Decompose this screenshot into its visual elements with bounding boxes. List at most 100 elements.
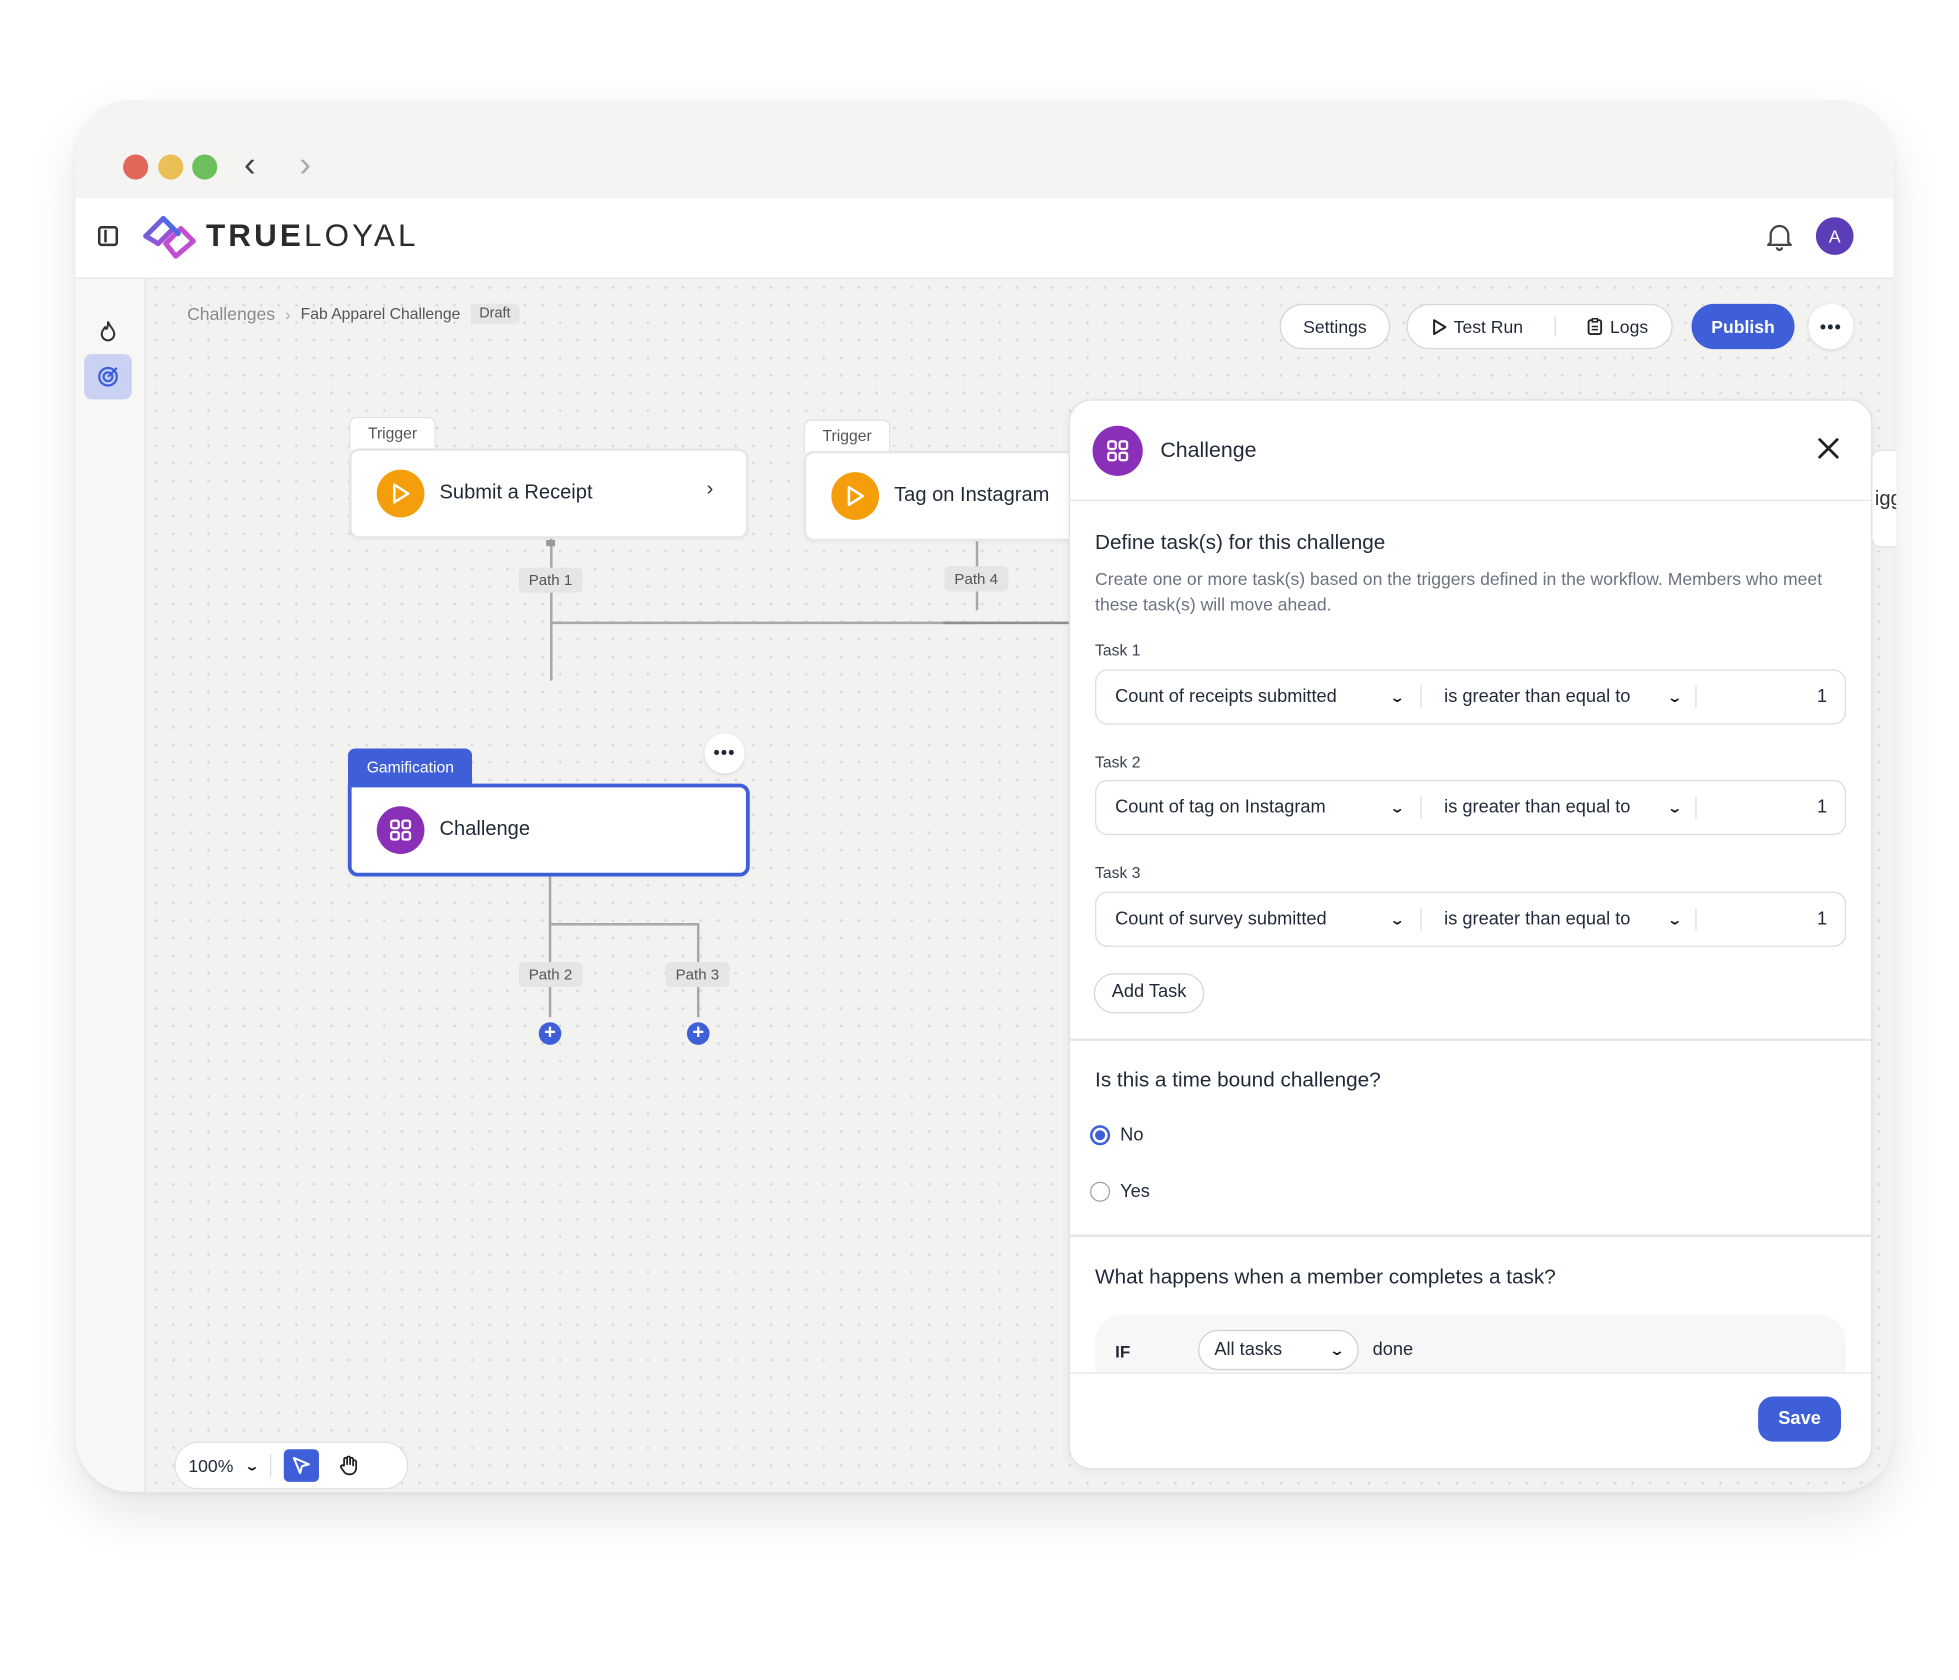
chevron-down-icon: ⌄ — [1666, 800, 1683, 816]
add-step-path2-icon[interactable]: + — [538, 1022, 562, 1045]
panel-header: Challenge — [1069, 401, 1872, 502]
define-tasks-description: Create one or more task(s) based on the … — [1095, 568, 1823, 615]
node-more-icon[interactable]: ••• — [704, 733, 745, 774]
task-1-row: Count of receipts submitted ⌄ is greater … — [1095, 669, 1847, 725]
connector-line — [548, 876, 552, 1018]
task-2-metric-select[interactable]: Count of tag on Instagram ⌄ — [1096, 797, 1420, 817]
panel-title: Challenge — [1160, 438, 1257, 463]
task-scope-select[interactable]: All tasks ⌄ — [1198, 1329, 1359, 1371]
task-2-operator: is greater than equal to — [1444, 797, 1631, 818]
task-2-operator-select[interactable]: is greater than equal to ⌄ — [1422, 797, 1696, 817]
trigger-node-submit-receipt[interactable]: Submit a Receipt › — [349, 448, 749, 539]
task-2-value-input[interactable]: 1 — [1697, 797, 1845, 817]
task-1-label: Task 1 — [1095, 641, 1141, 660]
task-2-label: Task 2 — [1095, 753, 1141, 772]
radio-label-yes: Yes — [1120, 1181, 1150, 1202]
target-icon — [98, 366, 118, 387]
trueloyal-logo-icon — [143, 215, 196, 259]
task-3-metric-select[interactable]: Count of survey submitted ⌄ — [1096, 909, 1420, 929]
control-divider — [270, 1454, 272, 1477]
close-window-dot[interactable] — [123, 154, 149, 180]
time-bound-option-yes[interactable]: Yes — [1090, 1181, 1150, 1202]
task-1-operator: is greater than equal to — [1444, 686, 1631, 708]
publish-button[interactable]: Publish — [1691, 303, 1795, 350]
close-icon[interactable] — [1813, 433, 1843, 463]
flame-icon — [100, 321, 116, 342]
rail-item-streak[interactable] — [84, 309, 132, 354]
node-label: Challenge — [439, 818, 531, 841]
time-bound-option-no[interactable]: No — [1090, 1125, 1144, 1146]
if-label: IF — [1115, 1342, 1131, 1362]
add-task-button[interactable]: Add Task — [1093, 973, 1205, 1014]
zoom-select[interactable]: 100% ⌄ — [188, 1455, 259, 1475]
chevron-down-icon: ⌄ — [1388, 800, 1406, 816]
task-1-metric: Count of receipts submitted — [1115, 686, 1337, 708]
path-label-4[interactable]: Path 4 — [944, 566, 1009, 592]
peek-text: igg — [1874, 488, 1896, 510]
connector-line — [550, 923, 699, 925]
time-bound-heading: Is this a time bound challenge? — [1095, 1068, 1381, 1092]
run-logs-group: Test Run Logs — [1406, 303, 1673, 350]
path-label-1[interactable]: Path 1 — [518, 567, 583, 593]
challenge-node[interactable]: Challenge — [347, 783, 750, 877]
button-divider — [1554, 316, 1556, 337]
pan-tool[interactable] — [332, 1449, 367, 1482]
trigger-tab-1: Trigger — [349, 416, 436, 450]
chevron-right-icon[interactable]: › — [707, 478, 714, 501]
minimize-window-dot[interactable] — [158, 154, 184, 180]
forward-arrow-icon[interactable]: › — [291, 145, 319, 184]
maximize-window-dot[interactable] — [192, 154, 218, 180]
save-button[interactable]: Save — [1758, 1396, 1842, 1442]
completion-heading: What happens when a member completes a t… — [1095, 1265, 1556, 1289]
task-1-operator-select[interactable]: is greater than equal to ⌄ — [1422, 687, 1696, 707]
node-label: Tag on Instagram — [894, 484, 1050, 507]
canvas-controls: 100% ⌄ — [174, 1441, 409, 1490]
radio-unselected[interactable] — [1090, 1181, 1111, 1202]
breadcrumb-current: Fab Apparel Challenge — [300, 305, 461, 323]
title-bar: ‹ › — [75, 100, 1894, 199]
task-3-operator: is greater than equal to — [1444, 909, 1631, 930]
left-nav-rail — [75, 278, 146, 1492]
app-header: TRUELOYAL A — [75, 198, 1894, 279]
radio-label-no: No — [1120, 1125, 1144, 1146]
task-3-value-input[interactable]: 1 — [1697, 909, 1845, 929]
task-1-value-input[interactable]: 1 — [1697, 687, 1845, 707]
select-tool[interactable] — [283, 1449, 320, 1482]
user-avatar[interactable]: A — [1815, 217, 1854, 255]
settings-button[interactable]: Settings — [1279, 303, 1391, 350]
play-circle-icon — [831, 472, 880, 520]
logs-label: Logs — [1610, 316, 1649, 337]
task-3-operator-select[interactable]: is greater than equal to ⌄ — [1422, 909, 1696, 929]
back-arrow-icon[interactable]: ‹ — [236, 145, 264, 184]
rail-item-challenges[interactable] — [84, 354, 132, 400]
breadcrumb-root[interactable]: Challenges — [187, 304, 275, 324]
task-scope-value: All tasks — [1214, 1339, 1283, 1361]
task-3-row: Count of survey submitted ⌄ is greater th… — [1095, 891, 1847, 947]
hand-icon — [339, 1455, 358, 1476]
challenge-config-panel: Challenge Define task(s) for this challe… — [1068, 399, 1873, 1470]
breadcrumb: Challenges › Fab Apparel Challenge Draft — [187, 303, 520, 324]
section-divider — [1069, 1038, 1872, 1041]
add-step-path3-icon[interactable]: + — [686, 1022, 710, 1045]
test-run-button[interactable]: Test Run — [1431, 316, 1523, 337]
trigger-tab-2: Trigger — [803, 419, 891, 453]
breadcrumb-separator-icon: › — [285, 304, 291, 324]
define-tasks-heading: Define task(s) for this challenge — [1095, 531, 1386, 554]
play-icon — [1432, 318, 1446, 335]
notification-bell-icon[interactable] — [1766, 221, 1794, 251]
cursor-icon — [292, 1456, 310, 1475]
brand-wordmark: TRUELOYAL — [205, 218, 419, 254]
chevron-down-icon: ⌄ — [1666, 690, 1683, 706]
section-divider — [1069, 1234, 1872, 1237]
more-options-icon[interactable]: ••• — [1808, 303, 1854, 350]
logs-button[interactable]: Logs — [1587, 316, 1649, 337]
connector-handle — [546, 539, 556, 547]
task-2-metric: Count of tag on Instagram — [1115, 797, 1326, 818]
radio-selected[interactable] — [1090, 1125, 1111, 1146]
task-1-metric-select[interactable]: Count of receipts submitted ⌄ — [1096, 687, 1420, 707]
sidebar-toggle-icon[interactable] — [97, 226, 119, 247]
path-label-2[interactable]: Path 2 — [518, 961, 583, 988]
path-label-3[interactable]: Path 3 — [665, 961, 730, 988]
play-circle-icon — [376, 469, 425, 518]
task-3-label: Task 3 — [1095, 863, 1141, 882]
